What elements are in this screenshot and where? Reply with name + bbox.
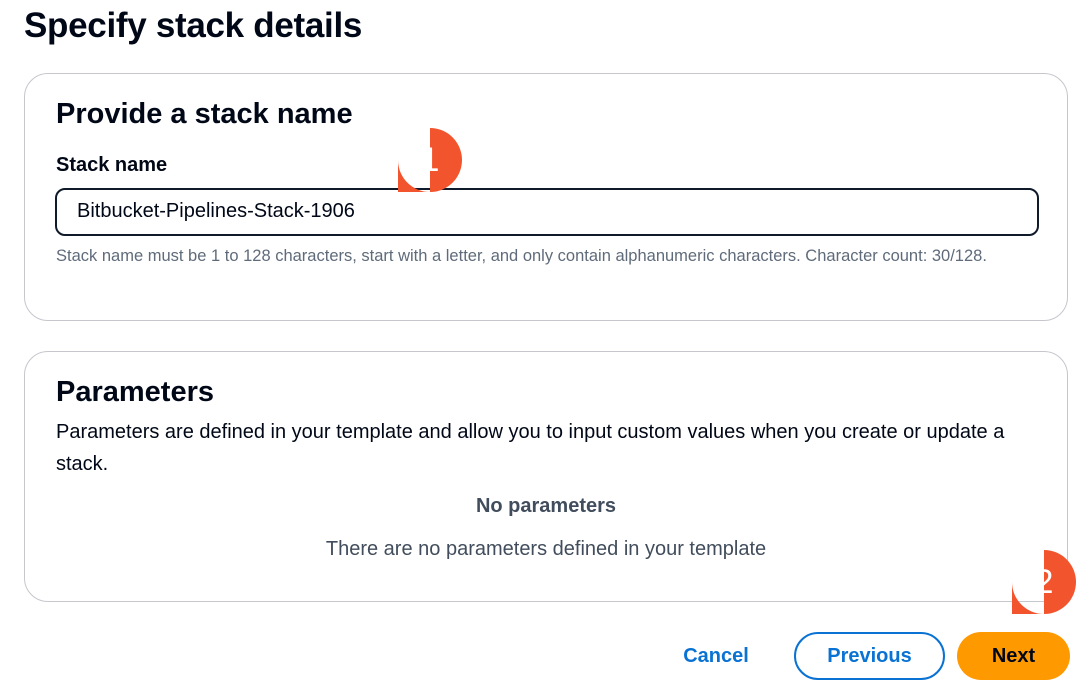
annotation-marker-1: 1 — [398, 128, 462, 192]
marker-2-label: 2 — [1034, 562, 1054, 601]
parameters-card: Parameters Parameters are defined in you… — [24, 351, 1068, 602]
annotation-marker-2: 2 — [1012, 550, 1076, 614]
next-button[interactable]: Next — [957, 632, 1070, 680]
parameters-heading: Parameters — [56, 376, 214, 408]
no-parameters-subtitle: There are no parameters defined in your … — [325, 538, 767, 560]
no-parameters-title: No parameters — [475, 495, 617, 517]
cancel-button[interactable]: Cancel — [664, 632, 768, 680]
stack-name-input[interactable]: Bitbucket-Pipelines-Stack-1906 — [55, 188, 1039, 236]
stack-name-hint: Stack name must be 1 to 128 characters, … — [56, 247, 987, 265]
marker-1-label: 1 — [420, 140, 440, 179]
page-title: Specify stack details — [24, 6, 363, 45]
page: Specify stack details Provide a stack na… — [0, 0, 1092, 698]
stack-name-heading: Provide a stack name — [56, 98, 353, 130]
stack-name-label: Stack name — [56, 154, 168, 176]
parameters-description: Parameters are defined in your template … — [56, 421, 1005, 475]
stack-name-card: Provide a stack name Stack name Bitbucke… — [24, 73, 1068, 321]
previous-button[interactable]: Previous — [794, 632, 945, 680]
